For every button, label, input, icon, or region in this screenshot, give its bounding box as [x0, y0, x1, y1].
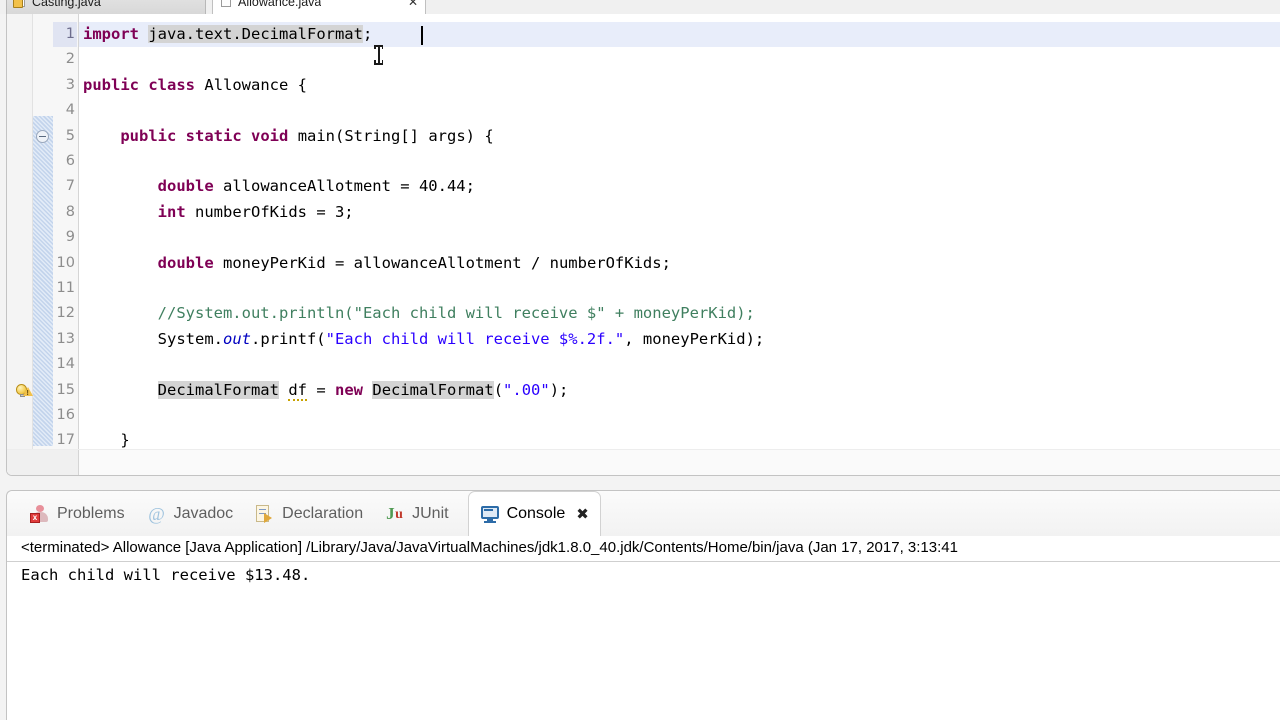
code-line[interactable]: 7 double allowanceAllotment = 40.44; — [7, 174, 1280, 199]
editor-tab-label: Casting.java — [32, 0, 101, 9]
code-line[interactable]: 14 — [7, 352, 1280, 377]
code-line-text: import java.text.DecimalFormat; — [83, 25, 373, 43]
code-line[interactable]: 6 — [7, 149, 1280, 174]
line-number: 1 — [53, 22, 77, 48]
tab-console[interactable]: Console ✖ — [467, 491, 601, 536]
code-line-text: //System.out.println("Each child will re… — [157, 304, 755, 323]
java-file-warning-icon — [13, 0, 27, 8]
editor-tab-bar: Casting.java Allowance.java ✕ — [0, 0, 1280, 14]
view-tab-bar: x Problems @ Javadoc Declaration Ju JUni… — [7, 491, 1280, 536]
view-tab-label: Declaration — [282, 504, 364, 522]
line-number: 14 — [56, 356, 75, 373]
tab-problems[interactable]: x Problems — [19, 491, 136, 536]
console-output-area[interactable]: <terminated> Allowance [Java Application… — [7, 536, 1280, 720]
junit-icon: Ju — [386, 503, 403, 523]
line-number: 13 — [56, 330, 75, 347]
line-number: 5 — [65, 127, 75, 144]
editor-tab-casting[interactable]: Casting.java — [6, 0, 206, 14]
code-line-text: DecimalFormat df = new DecimalFormat(".0… — [157, 380, 569, 401]
editor-bottom-filler — [7, 449, 1280, 475]
line-number: 7 — [65, 178, 75, 195]
code-line-text: double moneyPerKid = allowanceAllotment … — [157, 253, 671, 272]
editor-tab-label: Allowance.java — [238, 0, 322, 9]
code-line-text: int numberOfKids = 3; — [157, 202, 354, 221]
view-tab-label: JUnit — [412, 504, 449, 522]
text-caret — [421, 26, 423, 45]
code-line[interactable]: 5 public static void main(String[] args)… — [7, 124, 1280, 149]
code-line[interactable]: 8 int numberOfKids = 3; — [7, 200, 1280, 225]
console-process-header: <terminated> Allowance [Java Application… — [7, 536, 1280, 562]
line-number: 9 — [65, 229, 75, 246]
java-file-icon — [220, 0, 233, 8]
view-tab-label: Problems — [57, 504, 125, 522]
code-line-text: double allowanceAllotment = 40.44; — [157, 177, 475, 196]
line-number: 2 — [65, 51, 75, 68]
code-line[interactable]: 11 — [7, 276, 1280, 301]
tab-declaration[interactable]: Declaration — [244, 491, 374, 536]
code-editor-panel[interactable]: 1 import java.text.DecimalFormat; 2 3 pu… — [6, 14, 1280, 476]
problems-icon: x — [30, 504, 50, 524]
line-number: 8 — [65, 203, 75, 220]
console-icon — [480, 504, 500, 524]
code-line[interactable]: 10 double moneyPerKid = allowanceAllotme… — [7, 251, 1280, 276]
tab-junit[interactable]: Ju JUnit — [374, 491, 459, 536]
code-line[interactable]: 2 — [7, 47, 1280, 72]
code-line[interactable]: 16 — [7, 403, 1280, 428]
line-number: 3 — [65, 76, 75, 93]
code-line-text: public static void main(String[] args) { — [120, 126, 494, 145]
code-line-text: System.out.printf("Each child will recei… — [157, 329, 765, 348]
line-number: 15 — [56, 381, 75, 398]
console-view-panel: x Problems @ Javadoc Declaration Ju JUni… — [6, 490, 1280, 720]
view-tab-label: Console — [506, 505, 566, 522]
close-icon[interactable]: ✖ — [576, 505, 589, 523]
code-line[interactable]: 12 //System.out.println("Each child will… — [7, 301, 1280, 326]
declaration-icon — [255, 504, 275, 524]
code-line-text: public class Allowance { — [83, 75, 308, 94]
code-line[interactable]: 15 DecimalFormat df = new DecimalFormat(… — [7, 378, 1280, 403]
fold-collapse-icon[interactable] — [36, 129, 49, 143]
tab-javadoc[interactable]: @ Javadoc — [136, 491, 245, 536]
code-line[interactable]: 3 public class Allowance { — [7, 73, 1280, 98]
eclipse-window: Casting.java Allowance.java ✕ 1 import j… — [0, 0, 1280, 720]
line-number: 16 — [56, 407, 75, 423]
code-line[interactable]: 9 — [7, 225, 1280, 250]
close-icon[interactable]: ✕ — [408, 0, 418, 8]
code-line[interactable]: 13 System.out.printf("Each child will re… — [7, 327, 1280, 352]
line-number: 12 — [56, 305, 75, 322]
line-number: 4 — [65, 102, 75, 119]
code-line[interactable]: 1 import java.text.DecimalFormat; — [7, 22, 1280, 65]
code-text-area[interactable]: 1 import java.text.DecimalFormat; 2 3 pu… — [7, 14, 1280, 475]
line-number: 11 — [56, 280, 75, 296]
editor-tab-allowance[interactable]: Allowance.java ✕ — [212, 0, 426, 14]
console-output-text: Each child will receive $13.48. — [21, 566, 311, 584]
javadoc-icon: @ — [148, 503, 165, 524]
line-number: 6 — [65, 153, 75, 169]
view-tab-label: Javadoc — [173, 504, 234, 522]
code-line[interactable]: 4 — [7, 98, 1280, 123]
line-number: 10 — [56, 254, 75, 271]
warning-lightbulb-icon[interactable] — [16, 383, 33, 399]
